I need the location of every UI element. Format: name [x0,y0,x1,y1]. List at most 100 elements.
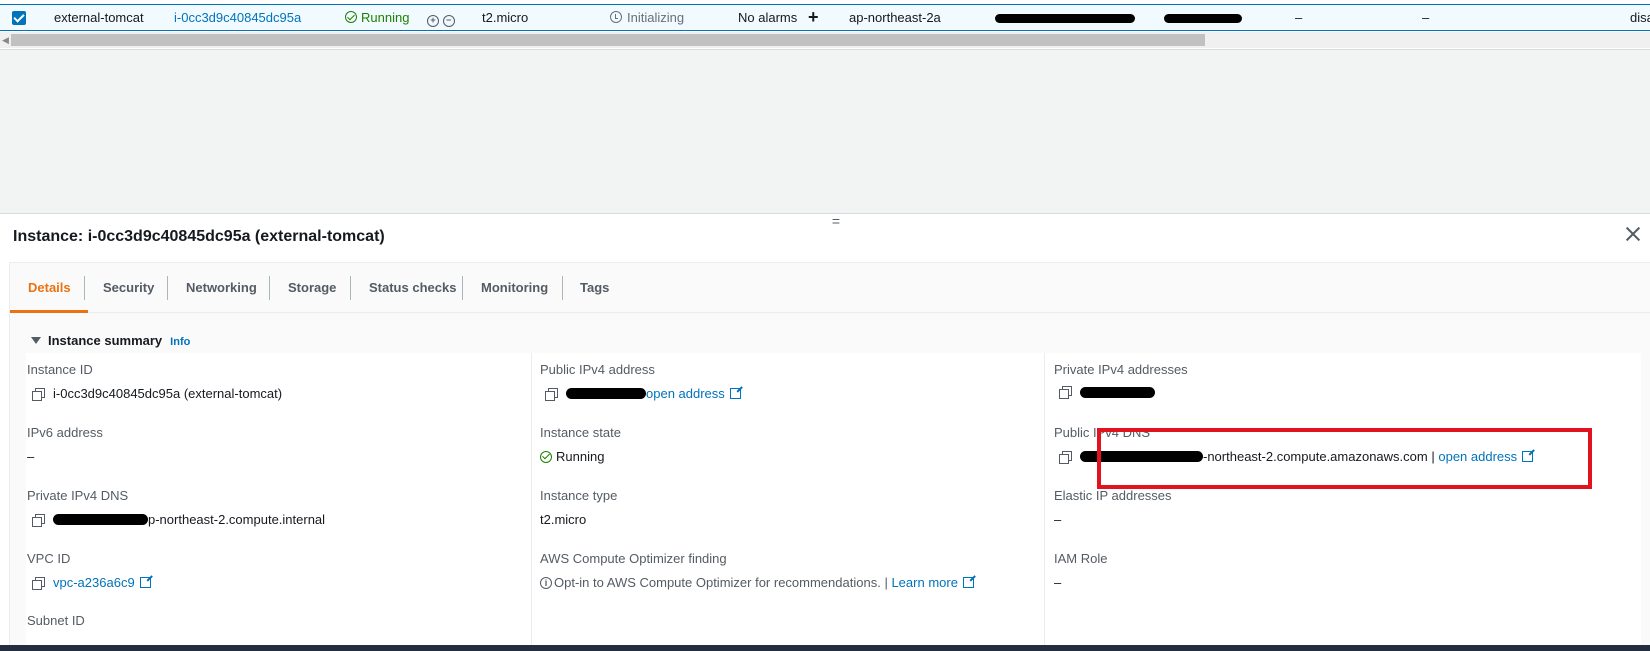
external-link-icon[interactable] [139,577,151,588]
field-label: Instance type [540,488,618,503]
redaction [53,514,148,525]
field-label: Instance ID [27,362,93,377]
field-label: Public IPv4 address [540,362,655,377]
field-private-ipv4-addresses: Private IPv4 addresses [1054,362,1188,399]
redaction [566,388,646,399]
public-ip-cell [1164,5,1242,30]
field-label: AWS Compute Optimizer finding [540,551,727,566]
field-vpc-id: VPC ID vpc-a236a6c9 [27,551,151,590]
tab-separator [462,276,463,300]
check-circle-icon [345,11,357,23]
tab-storage[interactable]: Storage [288,263,336,313]
caret-down-icon [31,337,41,344]
optimizer-text: Opt-in to AWS Compute Optimizer for reco… [554,575,881,590]
redaction [1080,386,1155,398]
tab-security[interactable]: Security [103,263,154,313]
field-elastic-ip: Elastic IP addresses – [1054,488,1172,527]
status-check-text: Initializing [627,10,685,25]
ipv6-value: – [27,449,35,464]
instance-id-link[interactable]: i-0cc3d9c40845dc95a [174,5,301,30]
row-checkbox[interactable] [12,11,26,25]
instance-table-row[interactable]: external-tomcat i-0cc3d9c40845dc95a Runn… [0,4,1650,31]
tab-separator [269,276,270,300]
copy-icon[interactable] [32,513,45,527]
horizontal-scrollbar[interactable]: ◀ [0,32,1650,48]
field-label: IPv6 address [27,425,103,440]
instance-type-value: t2.micro [540,512,587,527]
tab-details[interactable]: Details [28,263,71,313]
field-label: Private IPv4 DNS [27,488,129,503]
tab-tags[interactable]: Tags [580,263,609,313]
instance-summary-title: Instance summary [48,333,163,348]
scroll-left-icon[interactable]: ◀ [2,35,9,46]
panel-title: Instance: i-0cc3d9c40845dc95a (external-… [13,228,385,245]
field-label: VPC ID [27,551,71,566]
zoom-in-icon[interactable]: + [427,15,439,27]
copy-icon[interactable] [545,387,558,401]
tab-status-checks[interactable]: Status checks [369,263,456,313]
info-icon: i [540,576,552,589]
instance-summary-header[interactable]: Instance summary Info [31,333,190,348]
private-dns-value: p-northeast-2.compute.internal [148,512,326,527]
bottom-bar [0,645,1650,651]
field-label: Elastic IP addresses [1054,488,1172,503]
learn-more-link[interactable]: Learn more [891,575,957,590]
field-instance-state: Instance state Running [540,425,621,464]
external-link-icon[interactable] [962,577,974,588]
availability-zone-cell: ap-northeast-2a [849,10,941,25]
field-ipv6-address: IPv6 address – [27,425,103,464]
monitoring-cell: disa [1630,10,1650,25]
instance-summary-grid: Instance ID i-0cc3d9c40845dc95a (externa… [26,353,1641,651]
copy-icon[interactable] [1059,450,1072,464]
tab-separator [350,276,351,300]
field-iam-role: IAM Role – [1054,551,1107,590]
zoom-out-icon[interactable]: − [442,15,455,27]
vpc-id-link[interactable]: vpc-a236a6c9 [53,575,135,590]
tab-separator [84,276,85,300]
tab-separator [562,276,563,300]
panel-resize-handle[interactable]: = [829,214,843,228]
field-public-ipv4-address: Public IPv4 address open address [540,362,741,401]
elastic-ip-value: – [1054,512,1062,527]
public-dns-cell [995,5,1135,30]
copy-icon[interactable] [32,387,45,401]
pending-clock-icon [610,11,622,23]
highlight-annotation-box [1097,428,1592,489]
tab-monitoring[interactable]: Monitoring [481,263,548,313]
external-link-icon[interactable] [729,388,741,399]
elastic-ip-cell: – [1295,10,1303,25]
close-icon[interactable] [1624,225,1642,243]
open-address-link[interactable]: open address [646,386,725,401]
active-tab-indicator [10,310,88,313]
zoom-controls: + − [427,5,455,30]
tab-separator [167,276,168,300]
add-alarm-icon[interactable]: + [808,5,819,30]
field-subnet-id: Subnet ID [27,613,85,628]
check-circle-icon [540,450,552,463]
info-link[interactable]: Info [170,336,190,348]
copy-icon[interactable] [32,576,45,590]
details-tabs: Details Security Networking Storage Stat… [10,263,1650,313]
tab-networking[interactable]: Networking [186,263,257,313]
field-instance-type: Instance type t2.micro [540,488,617,527]
instance-name-cell: external-tomcat [54,10,144,25]
instance-state-text: Running [361,10,410,25]
field-label: Instance state [540,425,621,440]
instance-id-value: i-0cc3d9c40845dc95a (external-tomcat) [53,386,283,401]
scrollbar-thumb[interactable] [11,34,1205,46]
field-label: IAM Role [1054,551,1108,566]
status-check-cell: Initializing [610,5,684,30]
field-private-ipv4-dns: Private IPv4 DNS p-northeast-2.compute.i… [27,488,325,527]
column-divider [531,353,532,651]
iam-role-value: – [1054,575,1062,590]
instance-type-cell: t2.micro [482,10,529,25]
instance-state-value: Running [556,449,605,464]
separator: | [884,575,888,590]
copy-icon[interactable] [1059,386,1072,399]
alarm-status-cell: No alarms [738,10,798,25]
column-divider [1044,353,1045,651]
field-label: Subnet ID [27,613,85,628]
field-label: Private IPv4 addresses [1054,362,1188,377]
field-compute-optimizer: AWS Compute Optimizer finding i Opt-in to… [540,551,974,590]
field-instance-id: Instance ID i-0cc3d9c40845dc95a (externa… [27,362,282,401]
